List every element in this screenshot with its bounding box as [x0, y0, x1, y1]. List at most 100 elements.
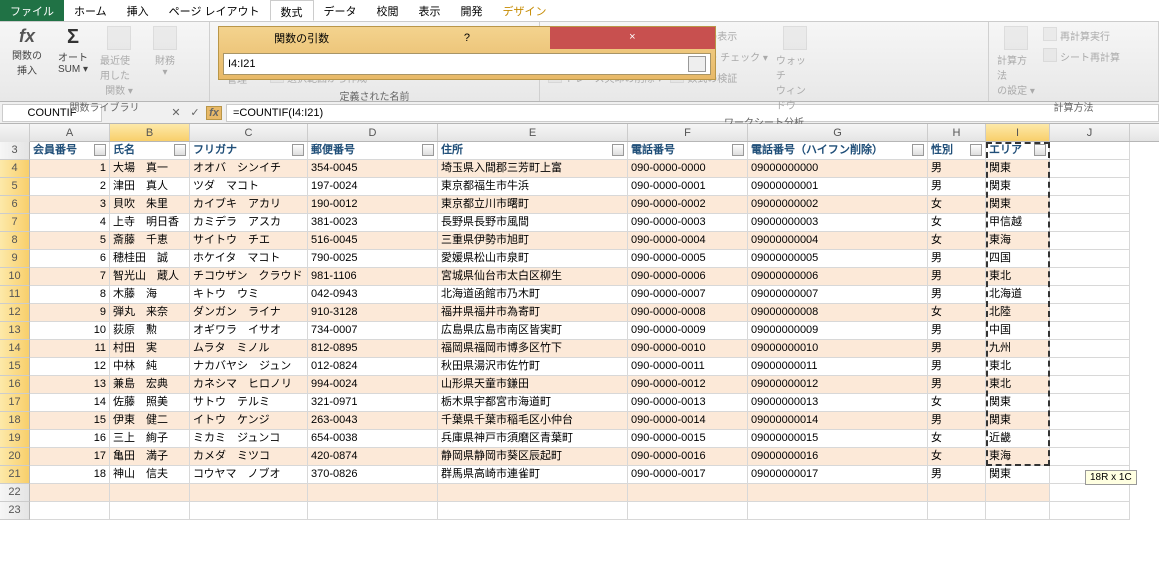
recent-functions-button[interactable]: 最近使用した関数 ▾ — [98, 24, 140, 99]
cell[interactable]: 秋田県湯沢市佐竹町 — [438, 358, 628, 376]
cell[interactable] — [628, 484, 748, 502]
col-header-g[interactable]: G — [748, 124, 928, 141]
cell[interactable]: 09000000003 — [748, 214, 928, 232]
tab-review[interactable]: 校閲 — [367, 0, 409, 21]
cell[interactable]: 福井県福井市為寄町 — [438, 304, 628, 322]
cell[interactable]: 中林 純 — [110, 358, 190, 376]
row-header[interactable]: 20 — [0, 448, 30, 466]
cell[interactable]: 木藤 海 — [110, 286, 190, 304]
cell[interactable] — [308, 502, 438, 520]
cell[interactable]: 8 — [30, 286, 110, 304]
row-header[interactable]: 7 — [0, 214, 30, 232]
filter-dropdown-icon[interactable] — [94, 144, 106, 156]
cell[interactable]: 1 — [30, 160, 110, 178]
cell[interactable]: 910-3128 — [308, 304, 438, 322]
cell[interactable]: カミデラ アスカ — [190, 214, 308, 232]
row-header[interactable]: 8 — [0, 232, 30, 250]
cell[interactable] — [1050, 232, 1130, 250]
cell[interactable]: 村田 実 — [110, 340, 190, 358]
tab-developer[interactable]: 開発 — [451, 0, 493, 21]
cell[interactable]: ムラタ ミノル — [190, 340, 308, 358]
cell[interactable]: 関東 — [986, 178, 1050, 196]
cell[interactable]: 東海 — [986, 448, 1050, 466]
cell[interactable] — [1050, 484, 1130, 502]
cell[interactable]: 神山 信夫 — [110, 466, 190, 484]
cell[interactable]: 佐藤 照美 — [110, 394, 190, 412]
cell[interactable]: 弾丸 来奈 — [110, 304, 190, 322]
cell[interactable] — [1050, 412, 1130, 430]
cell[interactable] — [308, 484, 438, 502]
cell[interactable]: コウヤマ ノブオ — [190, 466, 308, 484]
cell[interactable]: 09000000011 — [748, 358, 928, 376]
row-header[interactable]: 10 — [0, 268, 30, 286]
tab-formulas[interactable]: 数式 — [270, 0, 314, 21]
cell[interactable]: 男 — [928, 286, 986, 304]
cell[interactable]: 東北 — [986, 376, 1050, 394]
cell[interactable] — [928, 484, 986, 502]
cell[interactable]: エリア — [986, 142, 1050, 160]
cell[interactable]: 190-0012 — [308, 196, 438, 214]
tab-view[interactable]: 表示 — [409, 0, 451, 21]
row-header[interactable]: 19 — [0, 430, 30, 448]
cell[interactable]: 女 — [928, 304, 986, 322]
cell[interactable]: 電話番号（ハイフン削除） — [748, 142, 928, 160]
cell[interactable] — [438, 484, 628, 502]
col-header-f[interactable]: F — [628, 124, 748, 141]
cell[interactable]: 11 — [30, 340, 110, 358]
row-header[interactable]: 21 — [0, 466, 30, 484]
col-header-e[interactable]: E — [438, 124, 628, 141]
cell[interactable] — [1050, 358, 1130, 376]
row-header[interactable]: 5 — [0, 178, 30, 196]
cell[interactable]: 会員番号 — [30, 142, 110, 160]
cell[interactable]: 090-0000-0002 — [628, 196, 748, 214]
col-header-i[interactable]: I — [986, 124, 1050, 141]
cell[interactable]: 18 — [30, 466, 110, 484]
cell[interactable]: 兼島 宏典 — [110, 376, 190, 394]
cell[interactable]: 栃木県宇都宮市海道町 — [438, 394, 628, 412]
cell[interactable]: 17 — [30, 448, 110, 466]
cell[interactable]: 大場 真一 — [110, 160, 190, 178]
cell[interactable] — [748, 484, 928, 502]
cell[interactable]: 長野県長野市風間 — [438, 214, 628, 232]
financial-button[interactable]: 財務▾ — [144, 24, 186, 80]
cell[interactable]: 15 — [30, 412, 110, 430]
cell[interactable]: 近畿 — [986, 430, 1050, 448]
cell[interactable]: 愛媛県松山市泉町 — [438, 250, 628, 268]
dialog-close-button[interactable]: × — [550, 27, 715, 49]
cell[interactable]: 女 — [928, 232, 986, 250]
cell[interactable]: イトウ ケンジ — [190, 412, 308, 430]
cell[interactable]: 性別 — [928, 142, 986, 160]
cell[interactable]: サイトウ チエ — [190, 232, 308, 250]
cell[interactable]: 090-0000-0010 — [628, 340, 748, 358]
col-header-a[interactable]: A — [30, 124, 110, 141]
cell[interactable]: 貝吹 朱里 — [110, 196, 190, 214]
tab-home[interactable]: ホーム — [64, 0, 117, 21]
cell[interactable]: 氏名 — [110, 142, 190, 160]
cell[interactable]: 090-0000-0013 — [628, 394, 748, 412]
cell[interactable]: 09000000007 — [748, 286, 928, 304]
cell[interactable]: 男 — [928, 160, 986, 178]
tab-file[interactable]: ファイル — [0, 0, 64, 21]
col-header-d[interactable]: D — [308, 124, 438, 141]
cell[interactable]: 東北 — [986, 268, 1050, 286]
cell[interactable]: 東京都立川市曙町 — [438, 196, 628, 214]
cell[interactable]: 09000000013 — [748, 394, 928, 412]
tab-insert[interactable]: 挿入 — [117, 0, 159, 21]
cell[interactable]: 090-0000-0000 — [628, 160, 748, 178]
cell[interactable]: 5 — [30, 232, 110, 250]
calc-now-button[interactable]: 再計算実行 — [1041, 25, 1122, 45]
row-header[interactable]: 17 — [0, 394, 30, 412]
cell[interactable]: 男 — [928, 340, 986, 358]
calc-options-button[interactable]: 計算方法の設定 ▾ — [995, 24, 1037, 99]
cell[interactable]: 上寺 明日香 — [110, 214, 190, 232]
cell[interactable]: 981-1106 — [308, 268, 438, 286]
filter-dropdown-icon[interactable] — [1034, 144, 1046, 156]
row-header[interactable]: 6 — [0, 196, 30, 214]
row-header[interactable]: 9 — [0, 250, 30, 268]
cell[interactable]: 09000000012 — [748, 376, 928, 394]
cell[interactable] — [1050, 196, 1130, 214]
cell[interactable] — [190, 502, 308, 520]
cell[interactable] — [1050, 178, 1130, 196]
cell[interactable]: 812-0895 — [308, 340, 438, 358]
dialog-help-button[interactable]: ? — [384, 32, 549, 44]
